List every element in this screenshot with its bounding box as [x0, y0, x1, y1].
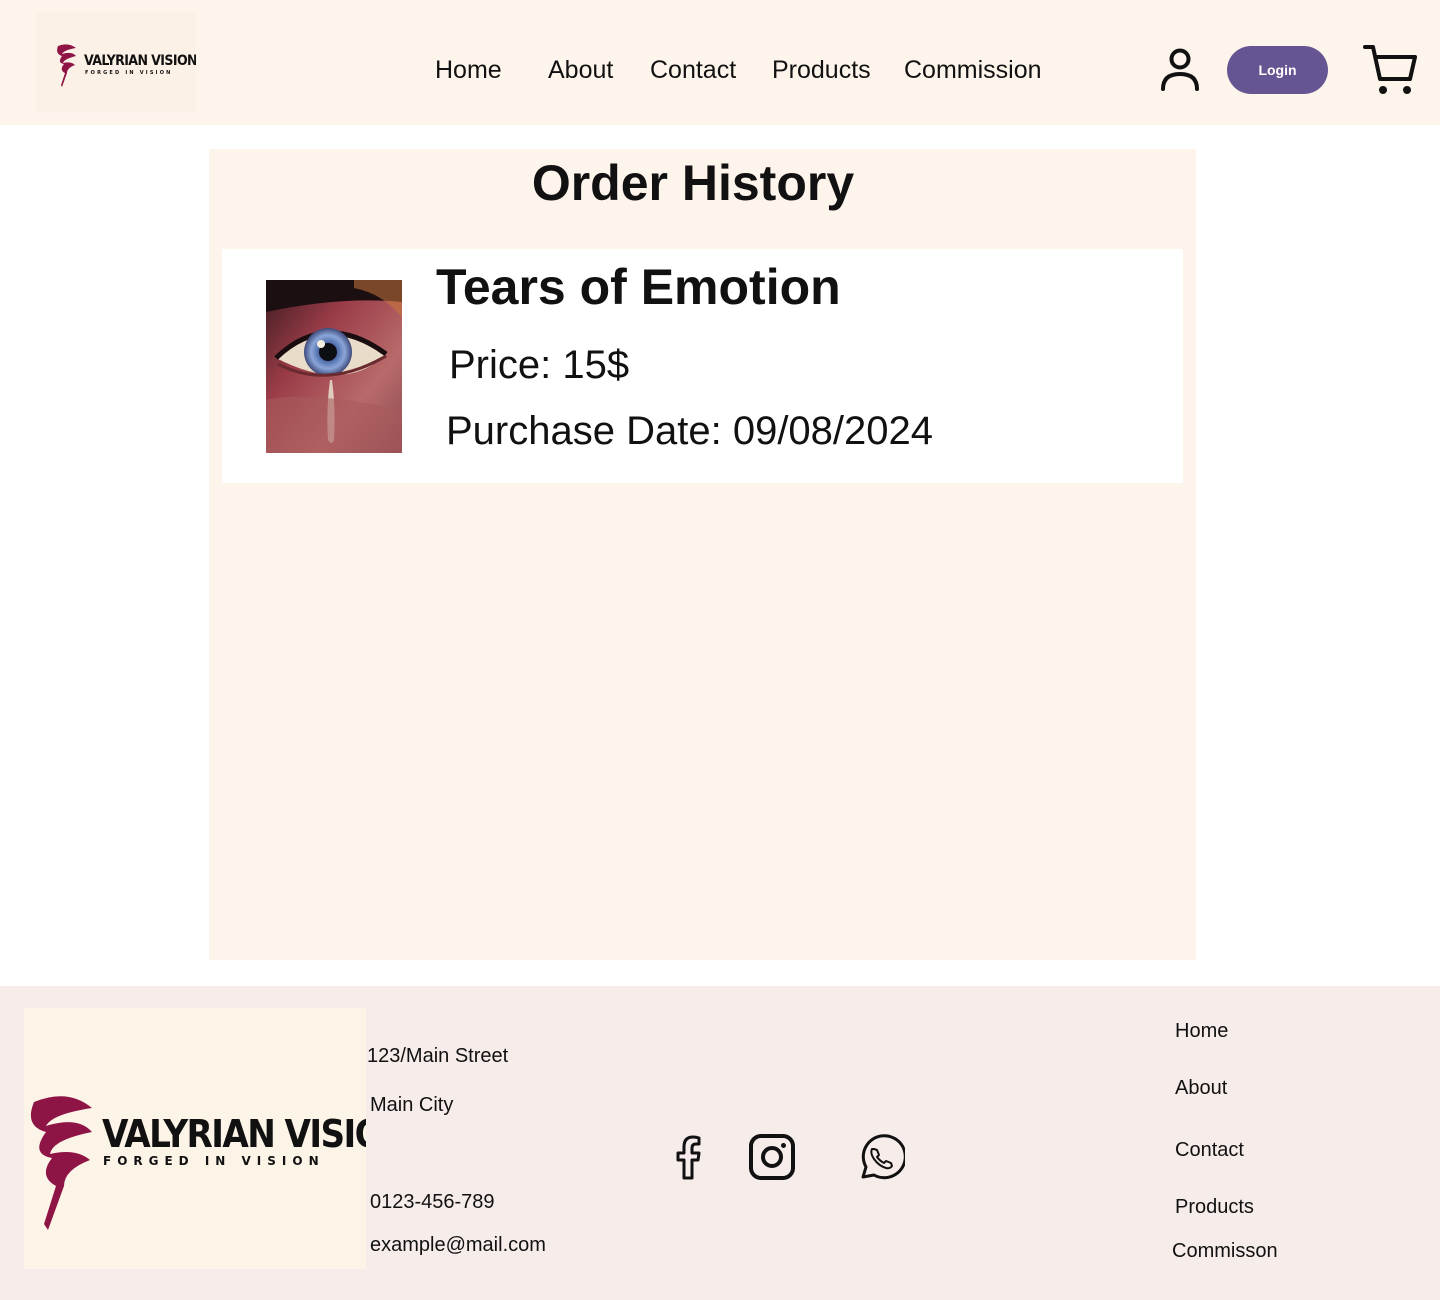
product-image[interactable] — [266, 280, 402, 453]
login-button[interactable]: Login — [1227, 46, 1328, 94]
site-header: VALYRIAN VISIONS FORGED IN VISION Home A… — [0, 0, 1440, 125]
contact-phone[interactable]: 0123-456-789 — [370, 1189, 495, 1215]
purchase-date-label: Purchase Date: — [446, 409, 722, 453]
purchase-date-row: Purchase Date: 09/08/2024 — [446, 407, 933, 455]
svg-text:FORGED IN VISION: FORGED IN VISION — [103, 1154, 325, 1168]
user-icon[interactable] — [1158, 46, 1202, 92]
page-title: Order History — [531, 155, 855, 211]
whatsapp-icon[interactable] — [855, 1132, 905, 1182]
footer-link-contact[interactable]: Contact — [1175, 1137, 1244, 1163]
main-nav: Home About Contact Products Commission — [0, 52, 1440, 92]
nav-products[interactable]: Products — [772, 52, 871, 88]
cart-icon[interactable] — [1362, 42, 1418, 98]
footer-link-products[interactable]: Products — [1175, 1194, 1254, 1220]
site-footer: VALYRIAN VISIONS FORGED IN VISION 123/Ma… — [0, 986, 1440, 1300]
price-row: Price: 15$ — [449, 341, 629, 389]
nav-commission[interactable]: Commission — [904, 52, 1042, 88]
footer-logo[interactable]: VALYRIAN VISIONS FORGED IN VISION — [24, 1008, 434, 1269]
instagram-icon[interactable] — [747, 1132, 797, 1182]
price-label: Price: — [449, 343, 552, 387]
order-card[interactable]: Tears of Emotion Price: 15$ Purchase Dat… — [222, 249, 1183, 483]
footer-link-about[interactable]: About — [1175, 1075, 1227, 1101]
nav-about[interactable]: About — [548, 52, 613, 88]
footer-link-home[interactable]: Home — [1175, 1018, 1228, 1044]
nav-contact[interactable]: Contact — [650, 52, 736, 88]
facebook-icon[interactable] — [663, 1132, 713, 1182]
nav-home[interactable]: Home — [435, 52, 502, 88]
product-name: Tears of Emotion — [436, 259, 841, 315]
address-street: 123/Main Street — [367, 1045, 509, 1067]
purchase-date-value: 09/08/2024 — [732, 409, 934, 453]
address-city: Main City — [370, 1094, 454, 1116]
contact-email[interactable]: example@mail.com — [370, 1232, 546, 1258]
brand-logo-mark: VALYRIAN VISIONS FORGED IN VISION — [30, 1096, 434, 1230]
price-value: 15$ — [562, 343, 630, 387]
svg-text:VALYRIAN VISIONS: VALYRIAN VISIONS — [102, 1112, 366, 1156]
footer-link-commission[interactable]: Commisson — [1172, 1238, 1278, 1264]
